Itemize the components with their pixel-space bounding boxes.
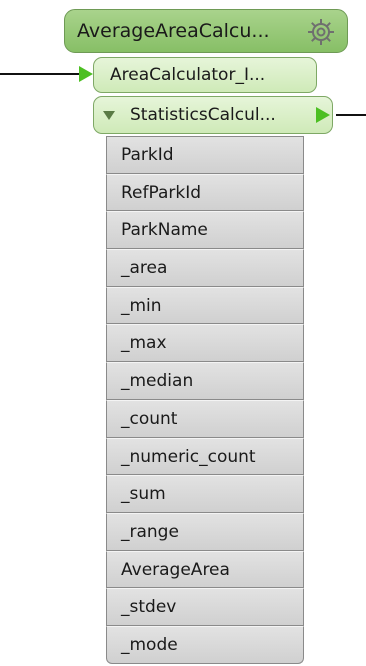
attribute-item[interactable]: AverageArea: [106, 550, 304, 589]
attribute-item[interactable]: ParkId: [106, 136, 304, 174]
output-port-label: StatisticsCalcul...: [130, 105, 276, 125]
output-port[interactable]: StatisticsCalcul...: [93, 96, 333, 134]
input-port[interactable]: AreaCalculator_I...: [93, 57, 317, 93]
attribute-item[interactable]: _range: [106, 512, 304, 551]
output-port-arrow-icon: [316, 107, 330, 123]
triangle-down-icon[interactable]: [103, 111, 115, 120]
attribute-item[interactable]: _mode: [106, 625, 304, 664]
gear-icon[interactable]: [306, 17, 336, 47]
attribute-item[interactable]: _min: [106, 286, 304, 325]
transformer-title: AverageAreaCalcu...: [77, 20, 270, 42]
output-connection-line[interactable]: [336, 114, 366, 116]
attribute-item[interactable]: _stdev: [106, 588, 304, 626]
input-port-arrow-icon: [79, 66, 93, 82]
attribute-item[interactable]: ParkName: [106, 211, 304, 250]
attribute-item[interactable]: _numeric_count: [106, 437, 304, 476]
attribute-item[interactable]: _area: [106, 249, 304, 287]
attribute-list: ParkId RefParkId ParkName _area _min _ma…: [106, 136, 304, 664]
attribute-item[interactable]: RefParkId: [106, 173, 304, 212]
input-port-label: AreaCalculator_I...: [110, 65, 266, 85]
attribute-item[interactable]: _max: [106, 324, 304, 363]
attribute-item[interactable]: _sum: [106, 475, 304, 513]
attribute-item[interactable]: _count: [106, 399, 304, 438]
input-connection-line[interactable]: [0, 73, 86, 75]
attribute-item[interactable]: _median: [106, 362, 304, 400]
